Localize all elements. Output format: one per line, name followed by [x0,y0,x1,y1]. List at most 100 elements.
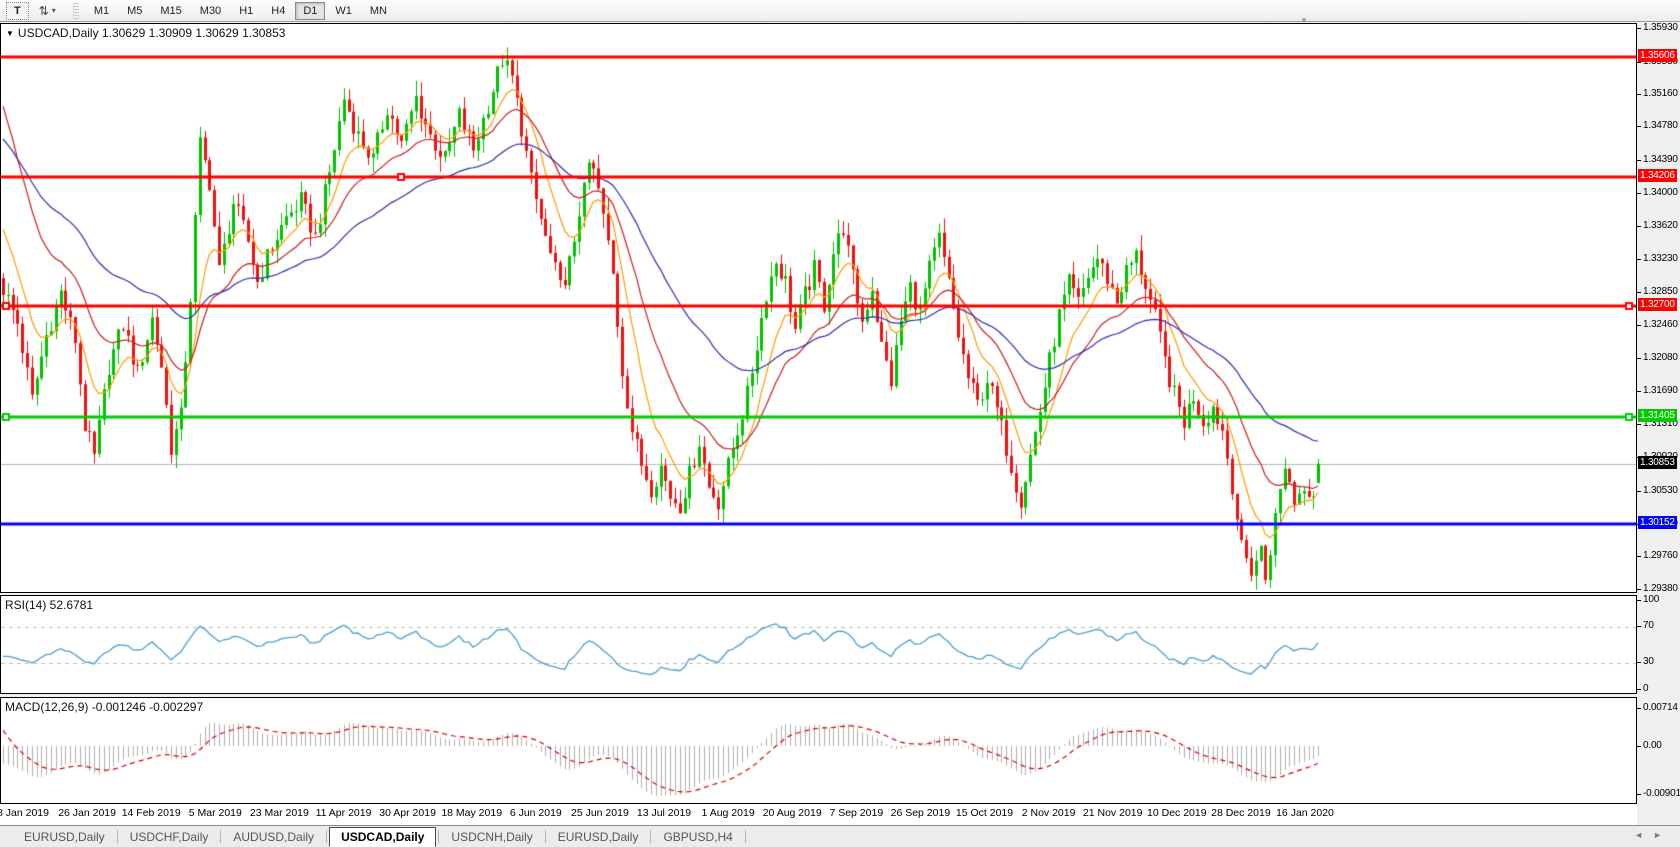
axis-tick-mark [1637,391,1641,392]
splitter-grip-icon[interactable]: ▼ [1300,16,1308,25]
timeframe-button-m1[interactable]: M1 [86,2,117,20]
axis-tick-mark [1637,126,1641,127]
rsi-canvas[interactable] [1,596,1636,693]
axis-tick-mark [1637,589,1641,590]
rsi-tick-label: 100 [1643,594,1659,605]
macd-tick-label: 0.00714 [1643,702,1678,713]
chart-tab-gbpusd-h4[interactable]: GBPUSD,H4 [653,828,742,846]
price-chart-canvas[interactable] [1,24,1636,592]
date-label: 15 Oct 2019 [956,807,1013,819]
axis-tick-mark [1637,746,1641,747]
timeframe-button-w1[interactable]: W1 [327,2,360,20]
price-tick-label: 1.34390 [1643,154,1678,165]
macd-indicator-panel [0,697,1637,804]
toolbar-separator [73,3,79,19]
chart-tab-usdchf-daily[interactable]: USDCHF,Daily [120,828,219,846]
axis-tick-mark [1637,259,1641,260]
axis-tick-mark [1637,226,1641,227]
chart-tab-eurusd-daily[interactable]: EURUSD,Daily [548,828,649,846]
price-tick-label: 1.32850 [1643,286,1678,297]
date-label: 13 Jul 2019 [637,807,691,819]
text-tool-icon: T [14,5,21,17]
date-label: 18 May 2019 [441,807,502,819]
tab-separator [745,830,746,843]
tab-separator [545,830,546,843]
axis-tick-mark [1637,28,1641,29]
text-tool-button[interactable]: T [6,2,29,20]
axis-tick-mark [1637,491,1641,492]
price-tick-label: 1.31690 [1643,385,1678,396]
axis-tick-mark [1637,325,1641,326]
macd-tick-label: 0.00 [1643,740,1662,751]
chart-ohlc-text: USDCAD,Daily 1.30629 1.30909 1.30629 1.3… [18,26,286,40]
price-tick-label: 1.29380 [1643,583,1678,594]
tab-separator [650,830,651,843]
timeframe-button-h1[interactable]: H1 [231,2,261,20]
price-tick-label: 1.32460 [1643,319,1678,330]
tab-scroll-left-icon[interactable]: ◄ [1634,830,1653,840]
date-label: 7 Sep 2019 [829,807,883,819]
chart-styles-button[interactable]: ⇅ ▾ [31,1,64,21]
date-label: 11 Apr 2019 [316,807,372,819]
date-label: 8 Jan 2019 [0,807,49,819]
value-axis[interactable]: 1.359301.355301.351601.347801.343901.340… [1637,23,1680,804]
chart-ohlc-header: ▼ USDCAD,Daily 1.30629 1.30909 1.30629 1.… [6,26,285,40]
mt4-window: { "toolbar": { "text_tool_label": "T", "… [0,0,1680,847]
axis-tick-mark [1637,193,1641,194]
rsi-tick-label: 0 [1643,683,1648,694]
axis-tick-mark [1637,689,1641,690]
date-label: 26 Jan 2019 [58,807,116,819]
axis-tick-mark [1637,662,1641,663]
chevron-down-icon: ▾ [52,6,56,15]
date-label: 21 Nov 2019 [1083,807,1143,819]
timeframe-button-mn[interactable]: MN [362,2,395,20]
chart-tab-usdcnh-daily[interactable]: USDCNH,Daily [441,828,542,846]
macd-canvas[interactable] [1,698,1636,803]
tab-separator [220,830,221,843]
price-tick-label: 1.30530 [1643,485,1678,496]
axis-tick-mark [1637,358,1641,359]
current-price-label: 1.30853 [1638,456,1677,469]
timeframe-button-m30[interactable]: M30 [192,2,229,20]
tab-scroll-controls: ◄► [1634,830,1672,840]
price-chart-panel [0,23,1637,593]
level-price-label: 1.32700 [1638,298,1677,311]
date-label: 26 Sep 2019 [891,807,951,819]
timeframe-button-h4[interactable]: H4 [263,2,293,20]
chart-tab-eurusd-daily[interactable]: EURUSD,Daily [14,828,115,846]
tab-separator [438,830,439,843]
chart-tab-audusd-daily[interactable]: AUDUSD,Daily [223,828,324,846]
price-tick-label: 1.33230 [1643,253,1678,264]
axis-tick-mark [1637,292,1641,293]
rsi-indicator-panel [0,595,1637,694]
date-label: 1 Aug 2019 [702,807,755,819]
axis-tick-mark [1637,708,1641,709]
price-tick-label: 1.32080 [1643,352,1678,363]
macd-indicator-label: MACD(12,26,9) -0.001246 -0.002297 [5,700,203,714]
chart-tabs: EURUSD,Daily USDCHF,DailyAUDUSD,Daily USDC… [14,827,748,847]
macd-tick-label: -0.009015 [1643,788,1680,799]
date-label: 5 Mar 2019 [189,807,242,819]
timeframe-button-m15[interactable]: M15 [152,2,189,20]
rsi-tick-label: 30 [1643,656,1654,667]
price-tick-label: 1.34000 [1643,187,1678,198]
date-label: 25 Jun 2019 [571,807,629,819]
timeframe-button-m5[interactable]: M5 [119,2,150,20]
level-price-label: 1.35606 [1638,49,1677,62]
rsi-tick-label: 70 [1643,620,1654,631]
axis-tick-mark [1637,600,1641,601]
axis-tick-mark [1637,94,1641,95]
rsi-indicator-label: RSI(14) 52.6781 [5,598,93,612]
time-axis[interactable]: 8 Jan 2019 26 Jan 2019 14 Feb 2019 5 Mar 20… [0,804,1637,825]
tab-scroll-right-icon[interactable]: ► [1653,830,1672,840]
timeframe-button-group: M1M5M15M30H1H4D1W1MN [85,2,396,20]
level-price-label: 1.31405 [1638,409,1677,422]
date-label: 10 Dec 2019 [1147,807,1207,819]
date-label: 14 Feb 2019 [122,807,181,819]
price-tick-label: 1.29760 [1643,550,1678,561]
date-label: 23 Mar 2019 [250,807,309,819]
timeframe-button-d1[interactable]: D1 [295,2,325,20]
collapse-triangle-icon: ▼ [6,29,14,38]
chart-tab-usdcad-daily[interactable]: USDCAD,Daily [329,827,436,847]
axis-tick-mark [1637,160,1641,161]
